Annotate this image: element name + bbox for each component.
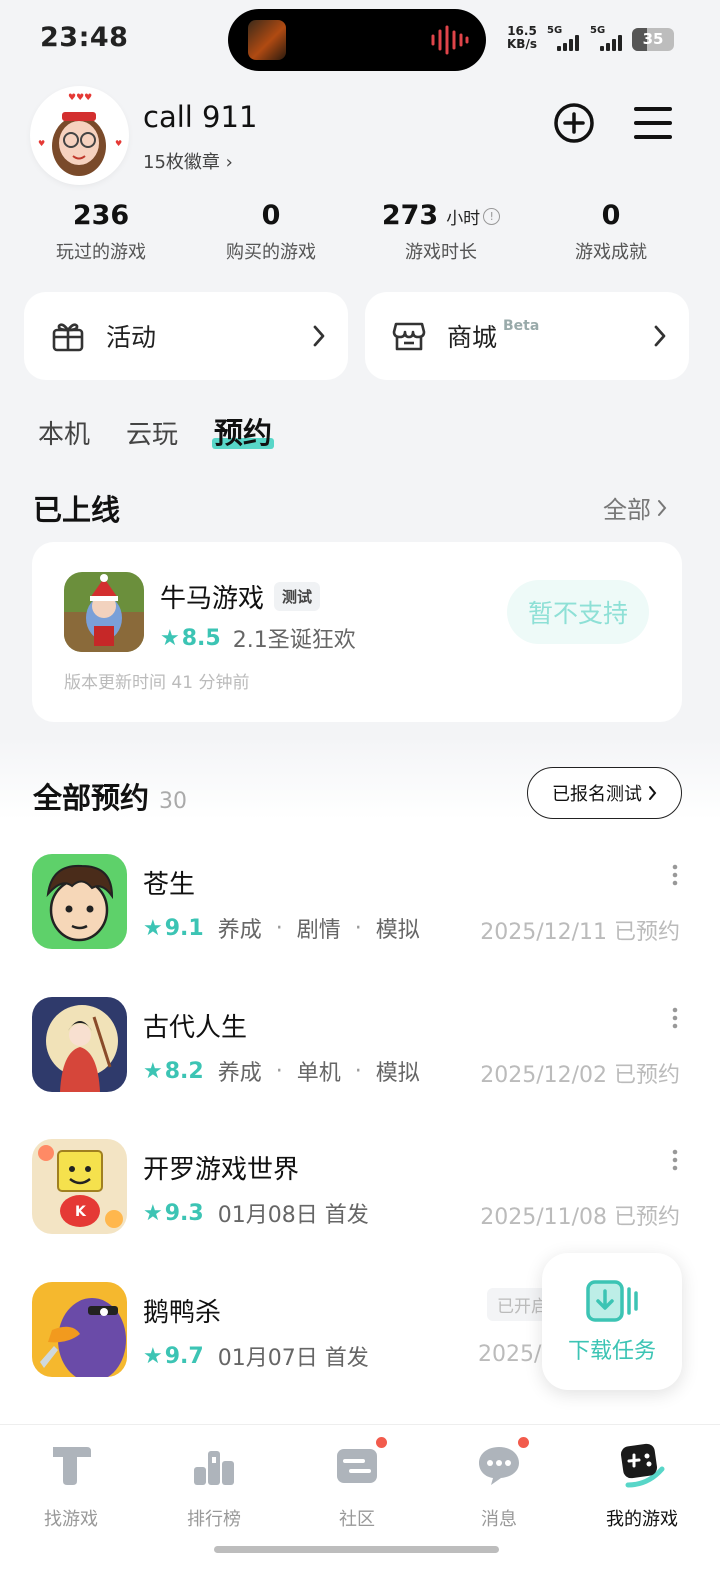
home-indicator[interactable] (214, 1546, 499, 1553)
signal-icon-sim2: 5G (590, 25, 630, 52)
ranking-icon (190, 1441, 238, 1489)
game-icon-kairo-world: K (32, 1139, 127, 1234)
star-icon: ★ (143, 915, 163, 941)
activity-card[interactable]: 活动 (24, 292, 348, 380)
star-icon: ★ (143, 1343, 163, 1369)
star-icon: ★ (160, 625, 180, 651)
star-icon: ★ (143, 1058, 163, 1084)
nav-find-games[interactable]: 找游戏 (11, 1441, 131, 1531)
list-item[interactable]: 古代人生 ★ 8.2 养成 · 单机 · 模拟 2025/12/02 已预约 (0, 997, 720, 1107)
chevron-right-icon: › (225, 152, 233, 173)
game-score: ★ 9.7 (143, 1343, 204, 1369)
test-tag: 测试 (274, 582, 321, 611)
audio-wave-icon (431, 25, 469, 55)
reserved-date: 2025/ (478, 1342, 542, 1367)
avatar[interactable]: ♥♥♥ ♥ ♥ (32, 88, 127, 183)
shop-card[interactable]: 商城 Beta (365, 292, 689, 380)
game-name: 鹅鸭杀 (143, 1298, 222, 1328)
game-score: ★ 9.1 (143, 915, 204, 941)
chevron-right-icon (313, 325, 325, 347)
tab-local[interactable]: 本机 (38, 414, 90, 452)
info-icon[interactable]: ! (483, 208, 501, 225)
release-date: 01月08日 首发 (217, 1203, 369, 1228)
svg-text:♥: ♥ (115, 139, 122, 148)
reserved-date: 2025/12/02 已预约 (480, 1063, 680, 1088)
signal-icon-sim1: 5G (547, 25, 587, 52)
signed-up-tests-button[interactable]: 已报名测试 (527, 767, 682, 819)
svg-text:♥♥♥: ♥♥♥ (68, 93, 92, 103)
gamepad-icon (618, 1441, 666, 1489)
game-name: 开罗游戏世界 (143, 1155, 300, 1185)
game-name: 古代人生 (143, 1013, 248, 1043)
bottom-nav: 找游戏 排行榜 社区 消息 我的游戏 (0, 1424, 720, 1584)
nav-messages[interactable]: 消息 (439, 1435, 559, 1531)
more-options-icon[interactable] (671, 1149, 679, 1171)
chevron-right-icon (654, 325, 666, 347)
reserved-date: 2025/12/11 已预约 (480, 920, 680, 945)
game-score: ★ 8.5 (160, 625, 221, 651)
game-name: 苍生 (143, 870, 196, 900)
stat-achievements[interactable]: 0 游戏成就 (526, 200, 696, 264)
game-score: ★ 8.2 (143, 1058, 204, 1084)
game-tabs: 本机 云玩 预约 (38, 410, 275, 452)
username: call 911 (143, 100, 258, 134)
more-options-icon[interactable] (671, 1007, 679, 1029)
game-name: 牛马游戏 (160, 584, 265, 614)
section-title-reservations: 全部预约 30 (33, 781, 188, 815)
stat-purchased-games[interactable]: 0 购买的游戏 (186, 200, 356, 264)
stat-playtime[interactable]: 273 小时! 游戏时长 (356, 200, 526, 264)
nav-my-games[interactable]: 我的游戏 (582, 1441, 702, 1531)
nav-rankings[interactable]: 排行榜 (154, 1441, 274, 1531)
stat-played-games[interactable]: 236 玩过的游戏 (16, 200, 186, 264)
game-score: ★ 9.3 (143, 1200, 204, 1226)
svg-text:K: K (75, 1204, 87, 1220)
community-icon (333, 1435, 389, 1489)
store-icon (392, 322, 426, 351)
game-icon-goose-goose-duck (32, 1282, 127, 1377)
view-all-link[interactable]: 全部 (603, 490, 667, 525)
menu-icon[interactable] (633, 104, 673, 142)
download-icon (586, 1280, 638, 1322)
nav-community[interactable]: 社区 (297, 1435, 417, 1531)
list-item[interactable]: K 开罗游戏世界 ★ 9.3 01月08日 首发 2025/11/08 已预约 (0, 1139, 720, 1249)
list-item[interactable]: 苍生 ★ 9.1 养成 · 剧情 · 模拟 2025/12/11 已预约 (0, 854, 720, 964)
online-game-card[interactable]: 牛马游戏 测试 ★ 8.5 2.1圣诞狂欢 版本更新时间 41 分钟前 暂不支持 (32, 542, 682, 722)
reservation-count: 30 (159, 789, 188, 814)
battery-icon: 35 (632, 28, 674, 51)
profile-stats: 236 玩过的游戏 0 购买的游戏 273 小时! 游戏时长 0 游戏成就 (16, 200, 696, 264)
download-tasks-button[interactable]: 下载任务 (542, 1253, 682, 1390)
game-subtitle: 2.1圣诞狂欢 (232, 628, 356, 653)
now-playing-thumbnail (248, 20, 286, 60)
reserved-date: 2025/11/08 已预约 (480, 1205, 680, 1230)
section-title-online: 已上线 (33, 493, 121, 527)
chevron-right-icon (658, 499, 667, 516)
release-date: 01月07日 首发 (217, 1346, 369, 1371)
add-circle-icon[interactable] (553, 102, 595, 144)
game-icon-niuma (64, 572, 144, 652)
network-speed: 16.5 KB/s (507, 24, 537, 51)
chevron-right-icon (649, 786, 657, 800)
game-icon-gudai-rensheng (32, 997, 127, 1092)
find-games-icon (47, 1441, 95, 1489)
status-time: 23:48 (40, 22, 129, 53)
update-time: 版本更新时间 41 分钟前 (64, 673, 250, 693)
notification-dot (374, 1435, 389, 1450)
more-options-icon[interactable] (671, 864, 679, 886)
tab-cloud[interactable]: 云玩 (126, 414, 178, 452)
unsupported-button[interactable]: 暂不支持 (507, 580, 649, 644)
dynamic-island[interactable] (228, 9, 486, 71)
game-icon-cangsheng (32, 854, 127, 949)
gift-icon (52, 323, 84, 352)
svg-text:♥: ♥ (38, 139, 45, 148)
tab-reserved[interactable]: 预约 (212, 410, 275, 452)
message-icon (475, 1435, 531, 1489)
star-icon: ★ (143, 1200, 163, 1226)
notification-dot (516, 1435, 531, 1450)
badges-link[interactable]: 15枚徽章 › (143, 148, 233, 174)
